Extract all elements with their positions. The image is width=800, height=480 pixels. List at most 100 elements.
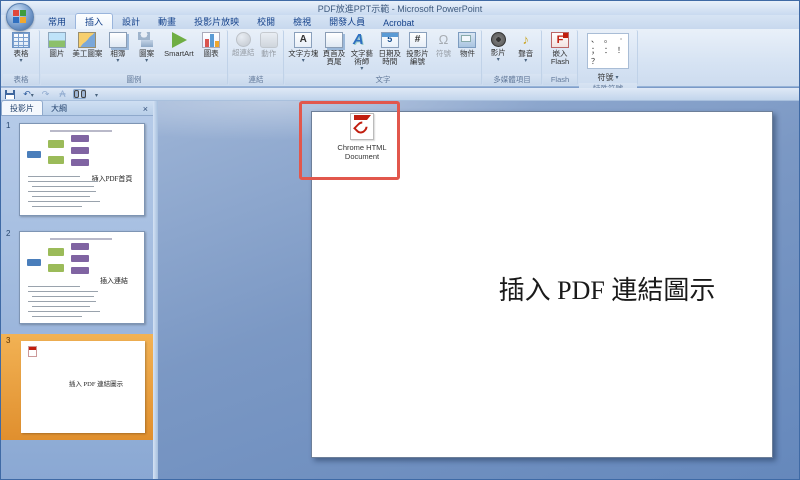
wordart-icon: A xyxy=(353,32,371,48)
mini-slide-title: 插入連結 xyxy=(86,276,142,286)
special-symbol-button[interactable]: 符號 ▾ xyxy=(597,72,618,83)
group-label-links: 連結 xyxy=(229,74,283,85)
workspace: 投影片 大綱 × 1 插入PDF首頁 xyxy=(1,101,799,480)
slide-thumbnail-image: 插入連結 xyxy=(19,231,145,324)
symbol-gallery-item[interactable]: ！ xyxy=(615,46,627,56)
symbol-button[interactable]: Ω 符號 xyxy=(432,31,455,58)
group-label-media: 多媒體項目 xyxy=(483,74,541,85)
redo-button[interactable]: ↷ xyxy=(39,89,52,100)
tab-design[interactable]: 設計 xyxy=(113,14,149,29)
undo-button[interactable]: ↶▾ xyxy=(22,89,35,100)
dropdown-caret-icon: ▾ xyxy=(145,59,148,64)
hyperlink-globe-icon xyxy=(236,32,251,47)
slide-title-text[interactable]: 插入 PDF 連結圖示 xyxy=(442,270,772,307)
hyperlink-button[interactable]: 超連結 xyxy=(231,31,256,57)
slide-number-button[interactable]: # 投影片編號 xyxy=(404,31,431,66)
binoculars-find-icon xyxy=(74,90,86,98)
chart-button[interactable]: 圖表 xyxy=(197,31,225,58)
dropdown-caret-icon: ▾ xyxy=(95,93,98,99)
clipart-button[interactable]: 美工圖案 xyxy=(72,31,103,58)
dropdown-caret-icon: ▾ xyxy=(31,93,34,99)
photo-album-button[interactable]: 相簿 ▾ xyxy=(104,31,132,64)
slide-thumbnail-2[interactable]: 2 插入連結 xyxy=(1,227,153,329)
save-button[interactable] xyxy=(5,90,18,99)
symbol-gallery-item[interactable]: ； xyxy=(589,46,601,56)
action-button[interactable]: 動作 xyxy=(257,31,282,58)
clipart-icon xyxy=(78,32,96,48)
slide-number-icon: # xyxy=(409,32,427,48)
ribbon-group-illustrations: 圖片 美工圖案 相簿 ▾ 圖案 ▾ SmartA xyxy=(41,30,228,85)
slides-panel: 投影片 大綱 × 1 插入PDF首頁 xyxy=(1,101,153,480)
tab-outline[interactable]: 大綱 xyxy=(43,101,75,115)
slide-thumbnail-image: 插入PDF首頁 xyxy=(19,123,145,216)
tab-home[interactable]: 常用 xyxy=(39,14,75,29)
embed-flash-button[interactable]: F 嵌入Flash xyxy=(545,31,575,66)
header-footer-button[interactable]: 頁首及頁尾 xyxy=(321,31,348,66)
dropdown-caret-icon: ▾ xyxy=(497,58,500,63)
object-button[interactable]: 物件 xyxy=(456,31,479,58)
tab-insert[interactable]: 插入 xyxy=(75,13,113,29)
textbox-icon: A xyxy=(294,32,312,48)
symbol-gallery-item[interactable]: ‧ xyxy=(615,35,627,45)
powerpoint-window: PDF放進PPT示範 - Microsoft PowerPoint 常用 插入 … xyxy=(0,0,800,480)
tab-review[interactable]: 校閱 xyxy=(248,14,284,29)
mini-pdf-icon xyxy=(28,346,37,357)
symbol-gallery-item[interactable]: ： xyxy=(602,46,614,56)
slide-thumbnail-3-selected[interactable]: 3 插入 PDF 連結圖示 xyxy=(1,334,153,440)
office-button[interactable] xyxy=(6,3,34,31)
sound-button[interactable]: ♪ 聲音 ▾ xyxy=(513,31,540,64)
table-icon xyxy=(12,32,30,48)
dropdown-caret-icon: ▾ xyxy=(19,59,22,64)
editing-area: Chrome HTML Document 插入 PDF 連結圖示 xyxy=(158,101,800,480)
ribbon-group-media: 影片 ▾ ♪ 聲音 ▾ 多媒體項目 xyxy=(483,30,542,85)
customize-quick-access-button[interactable]: ▾ xyxy=(90,89,103,100)
find-button[interactable] xyxy=(73,89,86,99)
panel-tab-bar: 投影片 大綱 × xyxy=(1,101,153,116)
tab-slides[interactable]: 投影片 xyxy=(1,100,43,115)
header-footer-icon xyxy=(325,32,343,48)
tab-acrobat[interactable]: Acrobat xyxy=(374,17,423,29)
action-icon xyxy=(260,32,278,48)
tab-animations[interactable]: 動畫 xyxy=(149,14,185,29)
tab-slideshow[interactable]: 投影片放映 xyxy=(185,14,248,29)
table-button[interactable]: 表格 ▾ xyxy=(5,31,37,64)
ime-icon: ₳ xyxy=(59,89,65,99)
mini-heading-line xyxy=(50,130,112,132)
shapes-icon xyxy=(138,32,156,48)
group-label-tables: 表格 xyxy=(3,74,39,85)
ribbon-group-special-symbols: 、 。 ‧ ； ： ！ ？ 符號 ▾ 特殊符號 xyxy=(579,30,638,85)
close-panel-icon[interactable]: × xyxy=(143,104,153,115)
textbox-button[interactable]: A 文字方塊 ▾ xyxy=(287,31,320,64)
undo-icon: ↶ xyxy=(23,89,31,99)
group-label-text: 文字 xyxy=(285,74,481,85)
flash-icon: F xyxy=(551,32,569,48)
redo-icon: ↷ xyxy=(42,89,50,99)
symbol-gallery-item[interactable]: ？ xyxy=(589,57,601,67)
ribbon-tab-bar: 常用 插入 設計 動畫 投影片放映 校閱 檢視 開發人員 Acrobat xyxy=(1,15,799,29)
wordart-button[interactable]: A 文字藝術師 ▾ xyxy=(348,31,375,72)
ribbon-group-tables: 表格 ▾ 表格 xyxy=(3,30,40,85)
tab-developer[interactable]: 開發人員 xyxy=(320,14,374,29)
mini-slide-title: 插入 PDF 連結圖示 xyxy=(50,378,142,388)
picture-button[interactable]: 圖片 xyxy=(43,31,71,58)
slide-thumbnail-1[interactable]: 1 插入PDF首頁 xyxy=(1,119,153,221)
slide-number: 2 xyxy=(6,229,10,238)
ribbon-group-text: A 文字方塊 ▾ 頁首及頁尾 A 文字藝術師 ▾ 5 日期及時間 xyxy=(285,30,482,85)
ime-button[interactable]: ₳ xyxy=(56,89,69,100)
shapes-button[interactable]: 圖案 ▾ xyxy=(133,31,161,64)
save-icon xyxy=(5,90,15,99)
symbol-gallery-item[interactable]: 。 xyxy=(602,35,614,45)
symbol-gallery[interactable]: 、 。 ‧ ； ： ！ ？ xyxy=(587,33,629,69)
date-time-button[interactable]: 5 日期及時間 xyxy=(376,31,403,66)
symbol-gallery-item[interactable]: 、 xyxy=(589,35,601,45)
group-label-flash: Flash xyxy=(543,74,577,85)
ribbon-group-links: 超連結 動作 連結 xyxy=(229,30,284,85)
ribbon: 表格 ▾ 表格 圖片 美工圖案 相簿 ▾ xyxy=(1,29,799,87)
picture-icon xyxy=(48,32,66,48)
tab-view[interactable]: 檢視 xyxy=(284,14,320,29)
slide-number: 1 xyxy=(6,121,10,130)
slide-number: 3 xyxy=(6,336,10,345)
movie-button[interactable]: 影片 ▾ xyxy=(485,31,512,63)
group-label-illustrations: 圖例 xyxy=(41,74,227,85)
smartart-button[interactable]: SmartArt xyxy=(162,31,197,58)
